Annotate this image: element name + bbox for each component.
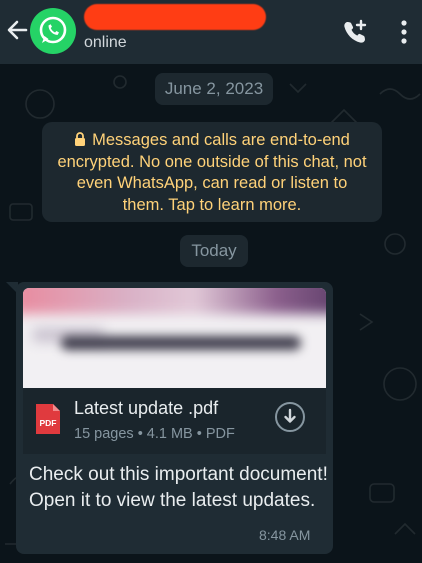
- date-divider: June 2, 2023: [155, 73, 273, 105]
- redacted-contact-name: [84, 4, 266, 30]
- download-arrow-icon: [284, 408, 296, 423]
- encryption-notice[interactable]: Messages and calls are end-to-end encryp…: [42, 122, 382, 222]
- contact-status: online: [84, 34, 127, 51]
- document-preview[interactable]: [23, 288, 326, 388]
- chat-area[interactable]: June 2, 2023 Messages and calls are end-…: [0, 64, 422, 563]
- preview-blur-text: [61, 336, 301, 350]
- message-bubble[interactable]: PDF Latest update .pdf 15 pages • 4.1 MB…: [16, 282, 333, 554]
- add-call-icon[interactable]: [341, 18, 369, 46]
- message-time: 8:48 AM: [259, 527, 311, 543]
- pdf-file-icon-label: PDF: [40, 418, 57, 428]
- message-caption: Check out this important document! Open …: [29, 464, 328, 511]
- whatsapp-logo-icon: [39, 16, 67, 44]
- download-button[interactable]: [275, 402, 305, 432]
- pdf-file-icon: PDF: [36, 404, 60, 434]
- lock-icon: [75, 132, 86, 146]
- more-vert-icon[interactable]: [397, 18, 411, 46]
- chat-header: online: [0, 0, 422, 64]
- encryption-notice-text: Messages and calls are end-to-end encryp…: [57, 131, 367, 214]
- avatar[interactable]: [30, 8, 76, 54]
- document-attachment[interactable]: PDF Latest update .pdf 15 pages • 4.1 MB…: [23, 388, 326, 454]
- preview-blur-top: [23, 288, 326, 314]
- file-meta: 15 pages • 4.1 MB • PDF: [74, 426, 235, 442]
- today-divider: Today: [180, 235, 248, 267]
- file-name: Latest update .pdf: [74, 398, 219, 418]
- arrow-left-icon[interactable]: [6, 16, 28, 44]
